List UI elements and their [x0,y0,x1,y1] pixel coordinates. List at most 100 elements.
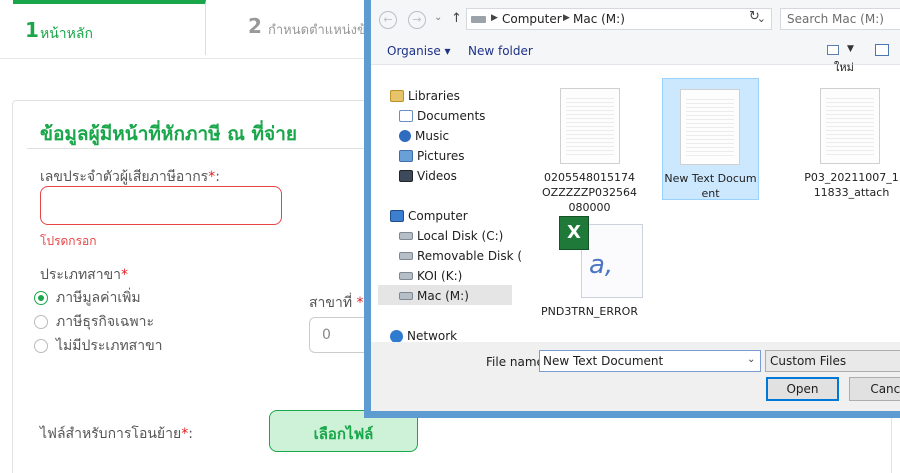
branch-option-sbt[interactable]: ภาษีธุรกิจเฉพาะ [34,313,154,331]
nav-item-label: Removable Disk ( [417,249,523,263]
text-document-icon [560,88,620,164]
back-arrow-icon[interactable]: ← [379,11,397,29]
nav-item-label: Videos [417,169,457,183]
nav-item-label: Music [415,129,450,143]
nav-item-label: KOI (K:) [417,269,463,283]
file-type-select[interactable]: Custom Files [765,350,900,372]
branch-no-label: สาขาที่ * [309,292,364,314]
cancel-button[interactable]: Cance [849,377,900,401]
breadcrumb-separator-icon: ▶ [491,13,498,23]
preview-pane-icon[interactable] [875,44,889,56]
drive-icon [471,16,486,23]
nav-item-koi-drive[interactable]: KOI (K:) [399,267,462,285]
search-input[interactable]: Search Mac (M:) [780,8,900,30]
chevron-down-icon[interactable]: ⌄ [747,354,755,365]
music-icon [399,130,411,142]
pictures-icon [399,150,413,162]
transfer-file-label-colon: : [188,426,193,442]
organise-menu[interactable]: Organise ▾ [387,44,451,58]
local-disk-icon [399,232,413,240]
drive-icon [399,292,413,300]
open-button[interactable]: Open [766,377,839,401]
file-name: P03_20211007_111833_attach [804,171,899,199]
nav-item-documents[interactable]: Documents [399,107,485,125]
new-folder-button[interactable]: New folder [468,44,533,58]
branch-type-label: ประเภทสาขา* [40,264,128,286]
transfer-file-label-text: ไฟล์สำหรับการโอนย้าย [40,426,182,442]
page: 1 หน้าหลัก 2 กำหนดตำแหน่งข้ ข้อมูลผู้มีห… [0,0,900,473]
recent-locations-icon[interactable]: ⌄ [434,12,442,23]
step-2-label: กำหนดตำแหน่งข้ [268,23,366,38]
file-list: 0205548015174OZZZZZP032564080000 New Tex… [521,61,900,342]
transfer-file-label: ไฟล์สำหรับการโอนย้าย*: [40,423,193,445]
nav-item-removable-disk[interactable]: Removable Disk ( [399,247,522,265]
taxid-input[interactable] [40,186,282,225]
file-name-overflow: ใหม่ [834,61,854,74]
file-name: 0205548015174OZZZZZP032564080000 [542,171,637,214]
branch-no-input[interactable]: 0 [309,317,369,353]
text-document-icon [820,88,880,164]
nav-item-videos[interactable]: Videos [399,167,457,185]
removable-disk-icon [399,252,413,260]
step-1-number: 1 [25,18,39,42]
file-item[interactable]: 0205548015174OZZZZZP032564080000 [541,78,638,214]
nav-item-label: Local Disk (C:) [417,229,504,243]
section-title: ข้อมูลผู้มีหน้าที่หักภาษี ณ ที่จ่าย [40,123,297,145]
branch-option-label: ภาษีมูลค่าเพิ่ม [56,290,141,306]
nav-item-computer[interactable]: Computer [390,207,468,225]
radio-selected[interactable] [34,291,48,305]
computer-icon [390,210,404,222]
taxid-label: เลขประจำตัวผู้เสียภาษีอากร*: [40,166,220,188]
nav-item-label: Documents [417,109,486,123]
branch-option-vat[interactable]: ภาษีมูลค่าเพิ่ม [34,289,141,307]
nav-item-label: Libraries [408,89,460,103]
branch-type-label-text: ประเภทสาขา [40,267,122,283]
nav-item-libraries[interactable]: Libraries [390,87,460,105]
dialog-navbar: ← → ⌄ ↑ ▶ Computer ▶ Mac (M:) ⌄ ↻ Search… [371,0,900,38]
file-name: New Text Document [664,172,757,200]
nav-item-label: Mac (M:) [417,289,469,303]
step-1-tab[interactable]: 1 หน้าหลัก [13,0,206,55]
radio-unselected[interactable] [34,339,48,353]
excel-logo-icon: X [559,216,589,250]
branch-option-none[interactable]: ไม่มีประเภทสาขา [34,337,163,355]
forward-arrow-icon[interactable]: → [408,11,426,29]
nav-item-mac-drive[interactable]: Mac (M:) [399,287,469,305]
required-mark: * [356,295,364,311]
documents-icon [399,110,413,122]
step-2-tab[interactable]: 2 กำหนดตำแหน่งข้ [236,4,376,55]
file-item[interactable]: P03_20211007_111833_attach [803,78,900,200]
text-document-icon [680,89,740,165]
change-view-icon[interactable] [827,45,839,55]
nav-item-label: Pictures [417,149,465,163]
branch-option-label: ไม่มีประเภทสาขา [56,338,163,354]
breadcrumb-computer[interactable]: Computer [502,12,562,26]
nav-item-label: Computer [408,209,468,223]
up-arrow-icon[interactable]: ↑ [451,11,462,26]
address-bar[interactable]: ▶ Computer ▶ Mac (M:) ⌄ [466,8,772,30]
taxid-label-colon: : [215,169,220,185]
nav-item-pictures[interactable]: Pictures [399,147,465,165]
step-1-label: หน้าหลัก [40,26,93,42]
file-name: PND3TRN_ERROR [541,305,638,318]
file-open-dialog: ← → ⌄ ↑ ▶ Computer ▶ Mac (M:) ⌄ ↻ Search… [364,0,900,418]
breadcrumb-separator-icon: ▶ [563,13,570,23]
network-icon [390,329,403,343]
branch-no-label-text: สาขาที่ [309,295,353,311]
file-item[interactable]: a, X PND3TRN_ERROR [541,212,643,334]
breadcrumb-mac-drive[interactable]: Mac (M:) [573,12,625,26]
view-dropdown-icon[interactable]: ▼ [847,44,854,54]
file-item-selected[interactable]: New Text Document [662,78,759,200]
dialog-footer: File name: New Text Document ⌄ Custom Fi… [371,342,900,411]
nav-item-music[interactable]: Music [399,127,449,145]
nav-item-local-disk[interactable]: Local Disk (C:) [399,227,503,245]
nav-item-label: Network [407,329,458,343]
drive-icon [399,272,413,280]
file-name-input[interactable]: New Text Document [539,350,761,372]
radio-unselected[interactable] [34,315,48,329]
refresh-icon[interactable]: ↻ [749,9,760,24]
library-icon [390,90,404,102]
branch-option-label: ภาษีธุรกิจเฉพาะ [56,314,154,330]
taxid-label-text: เลขประจำตัวผู้เสียภาษีอากร [40,169,209,185]
dialog-body: ← → ⌄ ↑ ▶ Computer ▶ Mac (M:) ⌄ ↻ Search… [371,0,900,411]
